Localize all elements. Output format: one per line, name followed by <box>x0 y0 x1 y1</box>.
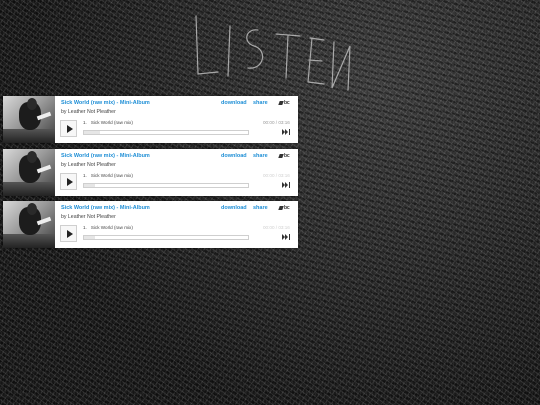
share-link[interactable]: share <box>253 153 268 159</box>
next-icon <box>289 234 290 240</box>
track-row[interactable]: 1. Sick World (raw mix) <box>83 225 133 230</box>
bandcamp-logo-text: bc <box>284 205 290 211</box>
album-art[interactable] <box>3 149 55 196</box>
progress-fill <box>84 131 101 134</box>
next-icon <box>285 234 288 240</box>
bandcamp-logo-icon <box>278 100 284 105</box>
track-number: 1. <box>83 173 87 178</box>
bandcamp-logo-text: bc <box>284 153 290 159</box>
track-time: 00:00 / 03:16 <box>263 120 290 125</box>
track-time: 00:00 / 03:16 <box>263 173 290 178</box>
share-link[interactable]: share <box>253 205 268 211</box>
progress-fill <box>84 236 96 239</box>
bandcamp-player: Sick World (raw mix) - Mini-Album by Lea… <box>3 96 298 143</box>
track-row[interactable]: 1. Sick World (raw mix) <box>83 173 133 178</box>
track-time: 00:00 / 03:16 <box>263 225 290 230</box>
play-icon <box>67 178 73 186</box>
play-button[interactable] <box>60 225 77 242</box>
album-title-link[interactable]: Sick World (raw mix) - Mini-Album <box>61 100 150 106</box>
track-row[interactable]: 1. Sick World (raw mix) <box>83 120 133 125</box>
bandcamp-logo[interactable]: bc <box>278 100 290 106</box>
album-title-link[interactable]: Sick World (raw mix) - Mini-Album <box>61 205 150 211</box>
player-info: Sick World (raw mix) - Mini-Album by Lea… <box>55 201 298 248</box>
progress-bar[interactable] <box>83 183 249 188</box>
player-info: Sick World (raw mix) - Mini-Album by Lea… <box>55 96 298 143</box>
download-link[interactable]: download <box>221 100 247 106</box>
album-title-link[interactable]: Sick World (raw mix) - Mini-Album <box>61 153 150 159</box>
bandcamp-logo[interactable]: bc <box>278 153 290 159</box>
next-icon <box>289 182 290 188</box>
next-track-button[interactable] <box>282 182 290 188</box>
play-button[interactable] <box>60 173 77 190</box>
album-art[interactable] <box>3 201 55 248</box>
track-number: 1. <box>83 225 87 230</box>
next-track-button[interactable] <box>282 234 290 240</box>
progress-fill <box>84 184 96 187</box>
bandcamp-player: Sick World (raw mix) - Mini-Album by Lea… <box>3 149 298 196</box>
track-name: Sick World (raw mix) <box>90 173 133 178</box>
download-link[interactable]: download <box>221 205 247 211</box>
album-art[interactable] <box>3 96 55 143</box>
next-icon <box>289 129 290 135</box>
play-icon <box>67 230 73 238</box>
bandcamp-logo-icon <box>278 205 284 210</box>
artist-label: by Leather Not Pleather <box>61 109 116 115</box>
download-link[interactable]: download <box>221 153 247 159</box>
listen-scrawl <box>195 15 351 91</box>
bandcamp-logo-icon <box>278 153 284 158</box>
player-info: Sick World (raw mix) - Mini-Album by Lea… <box>55 149 298 196</box>
artist-label: by Leather Not Pleather <box>61 162 116 168</box>
bandcamp-logo[interactable]: bc <box>278 205 290 211</box>
play-button[interactable] <box>60 120 77 137</box>
share-link[interactable]: share <box>253 100 268 106</box>
play-icon <box>67 125 73 133</box>
artist-label: by Leather Not Pleather <box>61 214 116 220</box>
progress-bar[interactable] <box>83 130 249 135</box>
progress-bar[interactable] <box>83 235 249 240</box>
track-name: Sick World (raw mix) <box>90 225 133 230</box>
next-icon <box>285 182 288 188</box>
track-number: 1. <box>83 120 87 125</box>
next-icon <box>285 129 288 135</box>
bandcamp-player: Sick World (raw mix) - Mini-Album by Lea… <box>3 201 298 248</box>
bandcamp-logo-text: bc <box>284 100 290 106</box>
track-name: Sick World (raw mix) <box>90 120 133 125</box>
next-track-button[interactable] <box>282 129 290 135</box>
